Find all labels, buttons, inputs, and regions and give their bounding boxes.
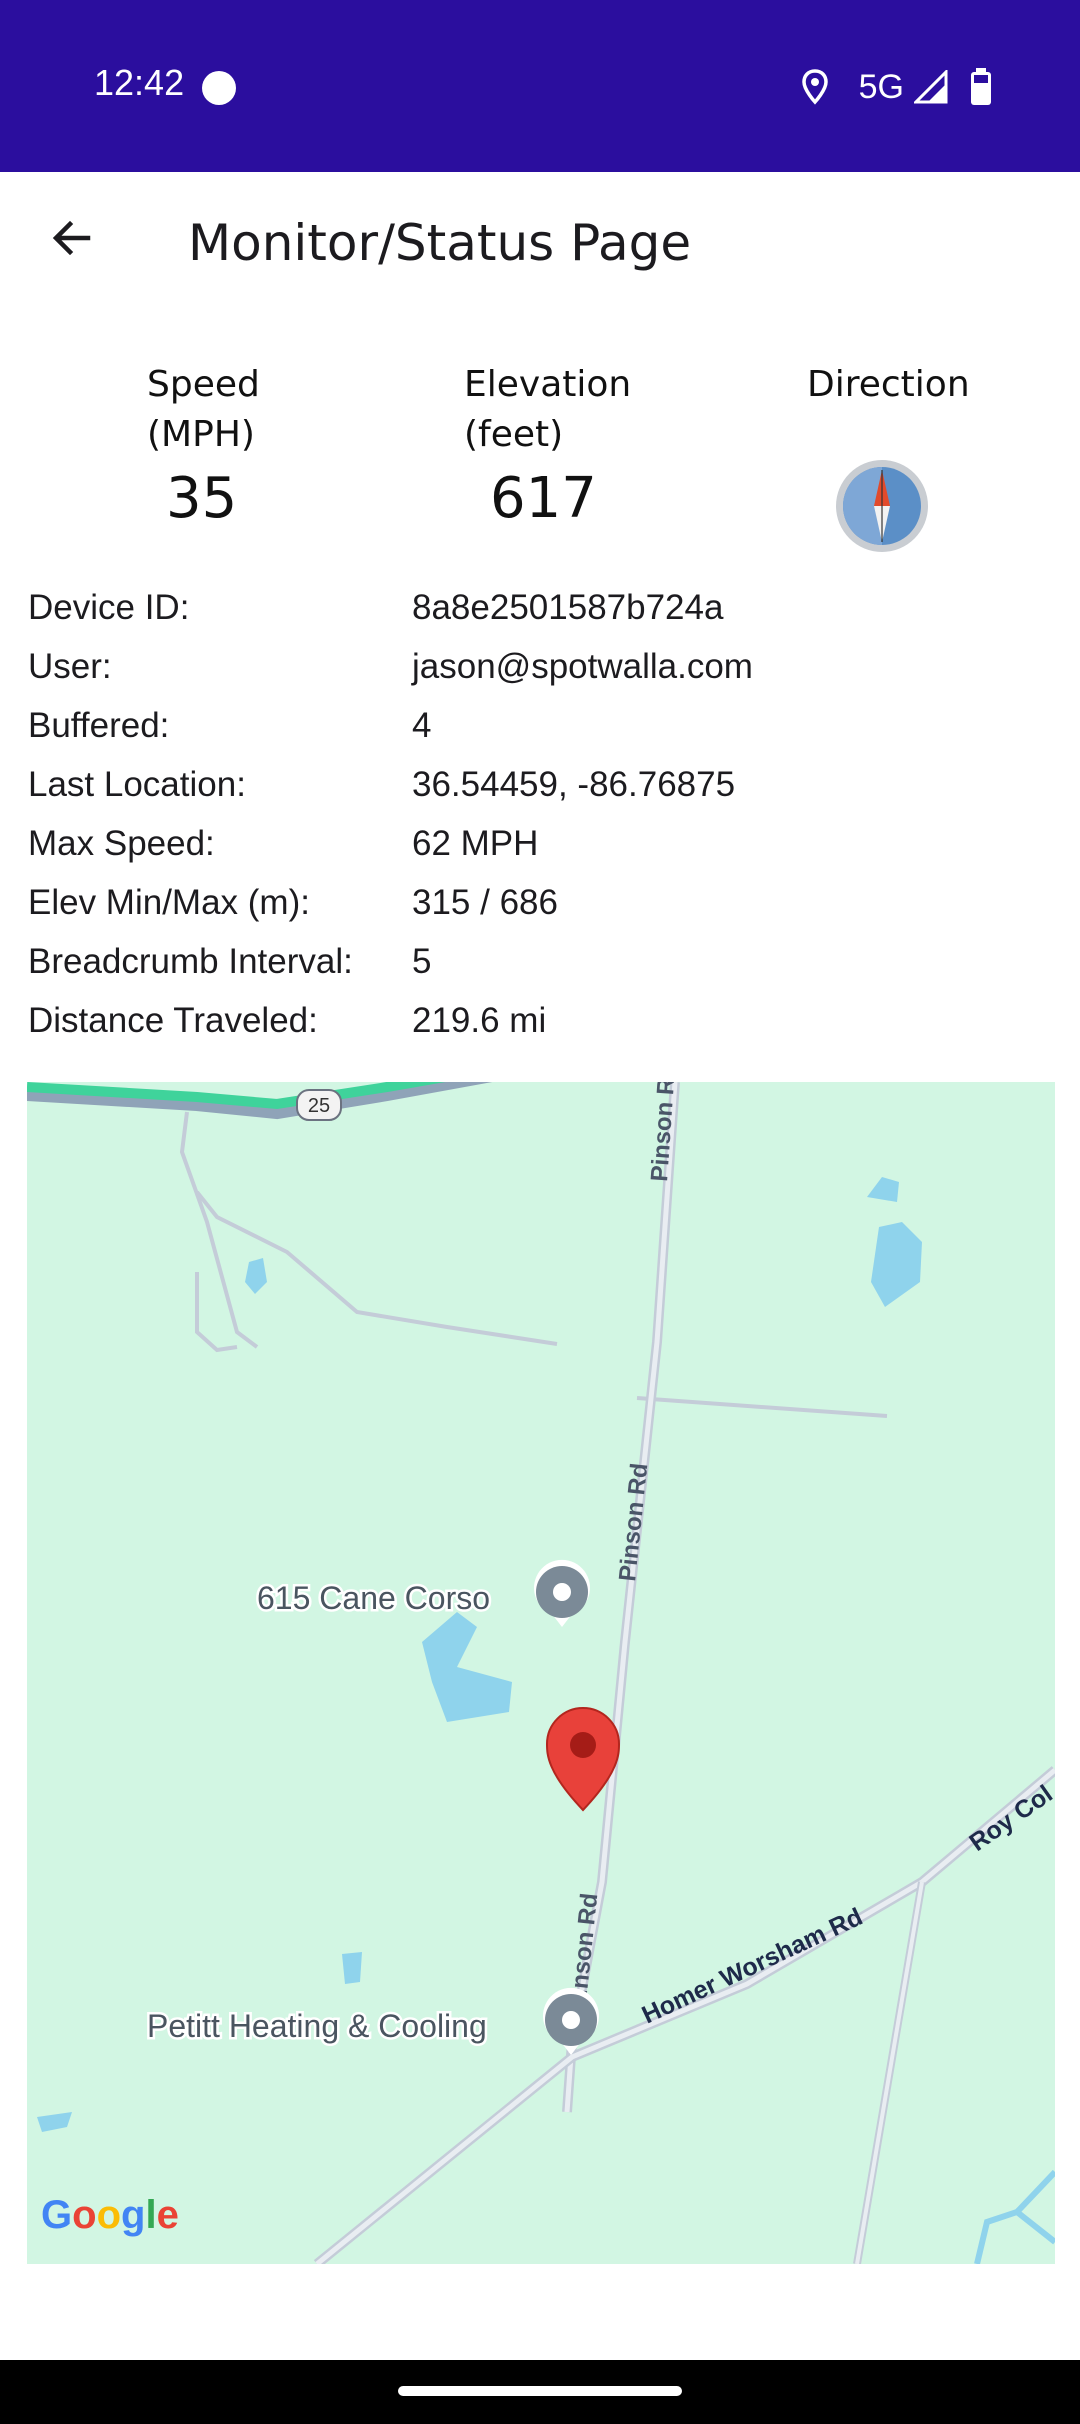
map-view[interactable]: 25 Pinson R Pinson Rd Pinson Rd Homer Wo…: [27, 1082, 1055, 2264]
elevation-value: 617: [490, 466, 597, 531]
info-row-buffered: Buffered: 4: [28, 706, 1052, 765]
info-row-user: User: jason@spotwalla.com: [28, 647, 1052, 706]
location-icon: [801, 69, 828, 105]
app-bar: Monitor/Status Page: [0, 172, 1080, 322]
poi-label-petitt[interactable]: Petitt Heating & Cooling: [145, 2006, 490, 2047]
road-label-pinson-mid: Pinson Rd: [614, 1462, 653, 1583]
info-label: Device ID:: [28, 588, 190, 627]
road-label-pinson-top: Pinson R: [646, 1082, 680, 1182]
info-value: 8a8e2501587b724a: [412, 588, 724, 627]
signal-icon: [914, 70, 948, 104]
page-title: Monitor/Status Page: [188, 214, 692, 272]
info-label: Last Location:: [28, 765, 246, 804]
info-label: Max Speed:: [28, 824, 215, 863]
info-table: Device ID: 8a8e2501587b724a User: jason@…: [28, 588, 1052, 1060]
status-icons: 5G: [801, 62, 992, 112]
route-shield-label: 25: [308, 1095, 330, 1117]
navigation-bar: [0, 2360, 1080, 2424]
info-label: Breadcrumb Interval:: [28, 942, 353, 981]
compass-icon: [836, 460, 928, 552]
poi-label-cane-corso[interactable]: 615 Cane Corso: [255, 1578, 493, 1619]
info-label: Distance Traveled:: [28, 1001, 318, 1040]
road-label-homer-worsham: Homer Worsham Rd: [638, 1903, 867, 2030]
info-value: 219.6 mi: [412, 1001, 547, 1040]
battery-icon: [971, 68, 991, 105]
info-value: 5: [412, 942, 432, 981]
speed-value: 35: [166, 466, 238, 531]
google-attribution: Google: [41, 2193, 179, 2237]
info-row-last-location: Last Location: 36.54459, -86.76875: [28, 765, 1052, 824]
direction-label: Direction: [807, 364, 970, 405]
info-label: Buffered:: [28, 706, 170, 745]
road-label-roy: Roy Col: [964, 1780, 1055, 1857]
info-row-distance-traveled: Distance Traveled: 219.6 mi: [28, 1001, 1052, 1060]
notification-dot-icon: [202, 71, 236, 105]
speed-label-line1: Speed: [147, 364, 260, 405]
info-row-max-speed: Max Speed: 62 MPH: [28, 824, 1052, 883]
info-row-elev-min-max: Elev Min/Max (m): 315 / 686: [28, 883, 1052, 942]
info-value: 4: [412, 706, 432, 745]
info-value: 315 / 686: [412, 883, 558, 922]
map-canvas[interactable]: 25 Pinson R Pinson Rd Pinson Rd Homer Wo…: [27, 1082, 1055, 2264]
elevation-label-line1: Elevation: [464, 364, 632, 405]
home-gesture-handle[interactable]: [398, 2386, 682, 2396]
info-row-device-id: Device ID: 8a8e2501587b724a: [28, 588, 1052, 647]
network-type: 5G: [858, 67, 904, 106]
back-button[interactable]: [36, 202, 108, 274]
info-value: 36.54459, -86.76875: [412, 765, 736, 804]
info-row-breadcrumb-interval: Breadcrumb Interval: 5: [28, 942, 1052, 1001]
status-time: 12:42: [94, 62, 185, 103]
status-bar: 12:42 5G: [0, 0, 1080, 172]
info-value: jason@spotwalla.com: [412, 647, 753, 686]
poi-pin-icon[interactable]: [534, 1559, 590, 1627]
info-value: 62 MPH: [412, 824, 539, 863]
info-label: Elev Min/Max (m):: [28, 883, 310, 922]
elevation-label-line2: (feet): [464, 414, 564, 455]
info-label: User:: [28, 647, 112, 686]
arrow-left-icon: [52, 220, 91, 256]
speed-label-line2: (MPH): [147, 414, 255, 455]
